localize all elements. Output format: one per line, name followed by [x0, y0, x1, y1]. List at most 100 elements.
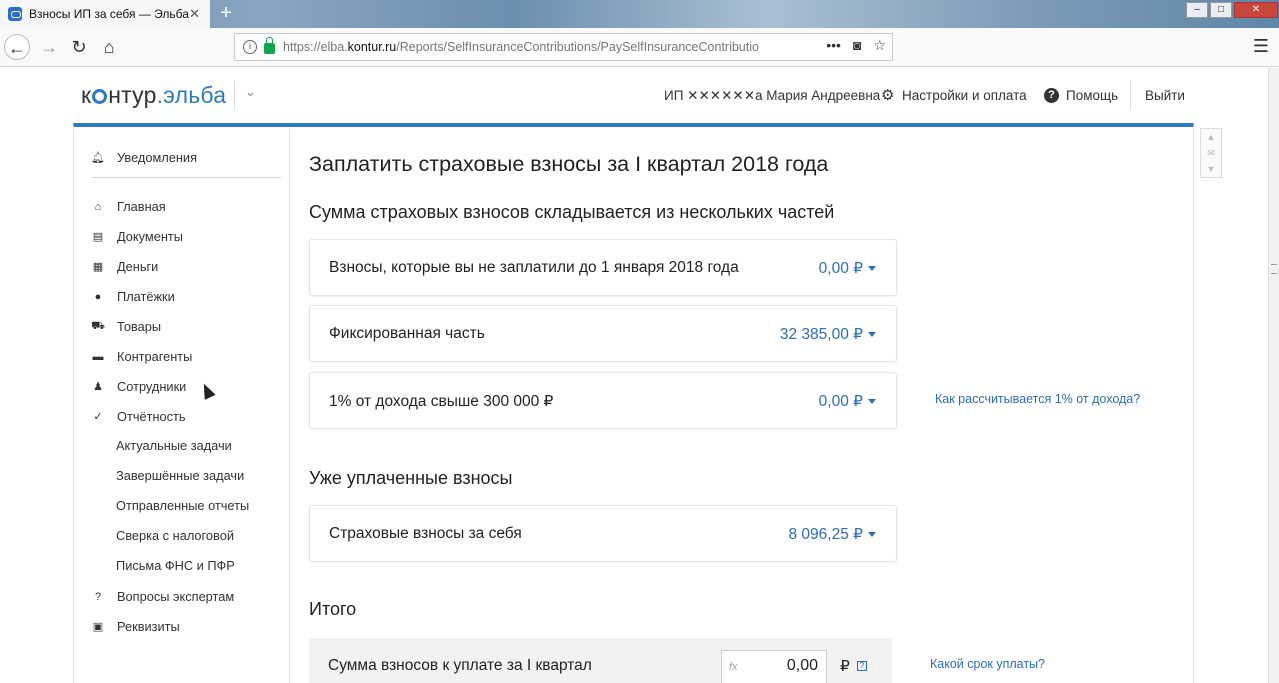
- browser-tab[interactable]: Взносы ИП за себя — Эльба ✕: [0, 0, 210, 28]
- sidebar-subitem-completed-tasks[interactable]: Завершённые задачи: [116, 468, 244, 483]
- page-scrollbar[interactable]: [1268, 68, 1279, 683]
- sidebar-item-money[interactable]: ▦ Деньги: [92, 259, 159, 274]
- sidebar-item-payments[interactable]: ● Платёжки: [92, 289, 175, 304]
- row-label: Взносы, которые вы не заплатили до 1 янв…: [329, 259, 739, 276]
- row-label: Фиксированная часть: [329, 325, 485, 342]
- caret-down-icon: [868, 332, 876, 338]
- settings-link[interactable]: ⚙ Настройки и оплата: [881, 86, 1027, 104]
- paid-heading: Уже уплаченные взносы: [309, 468, 513, 488]
- total-row: Сумма взносов к уплате за I квартал fx 0…: [309, 638, 892, 683]
- sidebar-item-label: Товары: [117, 319, 162, 334]
- row-value[interactable]: 0,00 ₽: [819, 259, 876, 278]
- minimize-icon[interactable]: –: [1186, 2, 1208, 18]
- sidebar-item-documents[interactable]: ▤ Документы: [92, 229, 183, 244]
- logout-link[interactable]: Выйти: [1145, 88, 1185, 103]
- one-percent-help-link[interactable]: Как рассчитывается 1% от дохода?: [935, 392, 1140, 406]
- scrollbar-grip[interactable]: [1271, 264, 1277, 274]
- page: к нтур.эльба ⌄ ИП ✕✕✕✕✕✕а Мария Андреевна…: [0, 68, 1268, 683]
- briefcase-icon: ▬: [92, 350, 104, 363]
- row-label: 1% от дохода свыше 300 000 ₽: [329, 393, 554, 410]
- caret-down-icon: [868, 532, 876, 538]
- sidebar-item-contractors[interactable]: ▬ Контрагенты: [92, 349, 193, 364]
- sidebar-item-details[interactable]: ▣ Реквизиты: [92, 619, 180, 634]
- sidebar-item-label: Деньги: [117, 259, 159, 274]
- sidebar-item-label: Главная: [117, 199, 166, 214]
- window-close-icon[interactable]: ✕: [1234, 2, 1278, 18]
- help-square-icon[interactable]: ?: [857, 661, 867, 671]
- close-tab-icon[interactable]: ✕: [189, 6, 200, 22]
- thumbs-up-icon[interactable]: ▲: [1201, 129, 1221, 145]
- home-icon[interactable]: ⌂: [96, 34, 122, 60]
- sidebar-item-label: Платёжки: [117, 289, 175, 304]
- settings-label: Настройки и оплата: [902, 88, 1027, 103]
- sidebar-item-label: Документы: [117, 229, 183, 244]
- nav-divider: [1130, 80, 1131, 110]
- back-arrow-icon[interactable]: ←: [4, 34, 30, 60]
- sidebar-item-label: Сотрудники: [117, 379, 187, 394]
- sidebar-subitem-tax-reconciliation[interactable]: Сверка с налоговой: [116, 528, 234, 543]
- gear-icon: ⚙: [881, 86, 895, 104]
- info-icon[interactable]: i: [243, 40, 257, 54]
- logo-part-2: нтур: [108, 82, 157, 108]
- sidebar-subitem-letters[interactable]: Письма ФНС и ПФР: [116, 558, 235, 573]
- sidebar-item-experts[interactable]: ? Вопросы экспертам: [92, 589, 234, 604]
- sidebar-item-reports[interactable]: ✓ Отчётность: [92, 409, 186, 424]
- total-amount-value: 0,00: [786, 657, 818, 674]
- reload-icon[interactable]: ↻: [66, 34, 92, 60]
- url-prefix: https://elba.: [283, 40, 348, 54]
- caret-down-icon: [868, 399, 876, 405]
- sidebar-item-home[interactable]: ⌂ Главная: [92, 199, 166, 214]
- row-label: Страховые взносы за себя: [329, 525, 522, 542]
- sidebar-subitem-current-tasks[interactable]: Актуальные задачи: [116, 438, 232, 453]
- contribution-part-row[interactable]: Фиксированная часть 32 385,00 ₽: [309, 305, 897, 362]
- total-heading: Итого: [309, 599, 357, 619]
- bookmark-star-icon[interactable]: ☆: [873, 37, 886, 54]
- sidebar-divider: [92, 177, 281, 178]
- feedback-widget[interactable]: ▲ ✉ ▼: [1200, 128, 1222, 178]
- row-value[interactable]: 0,00 ₽: [819, 392, 876, 411]
- maximize-icon[interactable]: □: [1210, 2, 1232, 18]
- sidebar-subitem-sent-reports[interactable]: Отправленные отчеты: [116, 498, 249, 513]
- question-icon: ?: [94, 590, 102, 603]
- help-link[interactable]: ? Помощь: [1044, 88, 1118, 103]
- formula-icon: fx: [729, 661, 738, 673]
- browser-navbar: ← → ↻ ⌂ i https://elba.kontur.ru/Reports…: [0, 28, 1279, 67]
- chevron-down-icon[interactable]: ⌄: [245, 84, 256, 100]
- kontur-elba-logo[interactable]: к нтур.эльба: [81, 82, 226, 109]
- total-amount-input[interactable]: fx 0,00: [721, 650, 827, 683]
- url-domain: kontur.ru: [347, 40, 397, 54]
- row-value[interactable]: 32 385,00 ₽: [780, 325, 876, 344]
- total-label: Сумма взносов к уплате за I квартал: [328, 657, 592, 674]
- pocket-icon[interactable]: ◙: [853, 37, 861, 54]
- sidebar-item-label: Отчётность: [117, 409, 186, 424]
- logo-o-icon: [92, 89, 108, 104]
- hamburger-menu-icon[interactable]: ☰: [1253, 36, 1269, 57]
- cart-icon: ⛟: [91, 319, 105, 332]
- logo-part-1: к: [81, 82, 92, 108]
- mail-icon[interactable]: ✉: [1201, 145, 1221, 161]
- browser-tabbar: Взносы ИП за себя — Эльба ✕ + – □ ✕: [0, 0, 1279, 28]
- logo-divider: [234, 80, 235, 110]
- bell-icon: 🔔︎: [91, 152, 105, 164]
- cloud-icon: [8, 7, 22, 21]
- sidebar-item-employees[interactable]: ♟ Сотрудники: [92, 379, 186, 394]
- parts-heading: Сумма страховых взносов складывается из …: [309, 202, 835, 222]
- logo-part-3: .эльба: [156, 82, 227, 108]
- home-icon: ⌂: [94, 200, 102, 213]
- deadline-link[interactable]: Какой срок уплаты?: [930, 657, 1045, 671]
- url-text[interactable]: https://elba.kontur.ru/Reports/SelfInsur…: [283, 40, 803, 54]
- thumbs-down-icon[interactable]: ▼: [1201, 161, 1221, 177]
- user-name[interactable]: ИП ✕✕✕✕✕✕а Мария Андреевна: [664, 88, 880, 104]
- paid-contribution-row[interactable]: Страховые взносы за себя 8 096,25 ₽: [309, 505, 897, 562]
- sidebar-item-notifications[interactable]: 🔔︎ Уведомления: [91, 150, 197, 165]
- forward-arrow-icon[interactable]: →: [36, 34, 62, 60]
- new-tab-button[interactable]: +: [214, 2, 238, 26]
- page-actions-icon[interactable]: •••: [826, 37, 841, 54]
- currency-symbol: ₽: [840, 658, 850, 675]
- contribution-part-row[interactable]: Взносы, которые вы не заплатили до 1 янв…: [309, 239, 897, 296]
- address-bar[interactable]: i https://elba.kontur.ru/Reports/SelfIns…: [234, 33, 893, 61]
- row-amount: 8 096,25 ₽: [788, 526, 863, 543]
- row-value[interactable]: 8 096,25 ₽: [788, 525, 876, 544]
- contribution-part-row[interactable]: 1% от дохода свыше 300 000 ₽ 0,00 ₽: [309, 372, 897, 429]
- sidebar-item-goods[interactable]: ⛟ Товары: [91, 319, 162, 334]
